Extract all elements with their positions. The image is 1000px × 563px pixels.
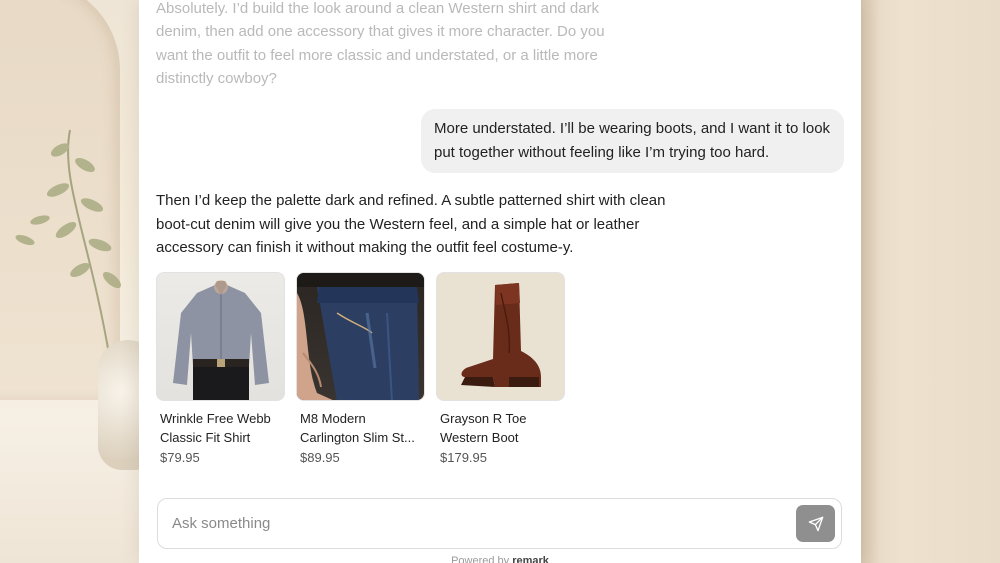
brand-name: remark xyxy=(512,555,549,563)
message-composer xyxy=(157,498,842,549)
product-title-line: Western Boot xyxy=(440,430,519,445)
background-shadow xyxy=(861,0,881,563)
product-card[interactable]: Wrinkle Free Webb Classic Fit Shirt $79.… xyxy=(156,272,285,465)
product-title-line: Carlington Slim St... xyxy=(300,430,415,445)
chat-panel: Absolutely. I’d build the look around a … xyxy=(139,0,861,563)
product-title[interactable]: M8 Modern Carlington Slim St... xyxy=(296,409,425,447)
boot-photo[interactable] xyxy=(436,272,565,401)
message-input[interactable] xyxy=(172,499,772,548)
product-price: $179.95 xyxy=(440,450,487,465)
background-left xyxy=(0,0,140,563)
shirt-photo[interactable] xyxy=(156,272,285,401)
product-title-line: Classic Fit Shirt xyxy=(160,430,251,445)
product-price: $89.95 xyxy=(300,450,340,465)
send-button[interactable] xyxy=(796,505,835,542)
powered-by-label: Powered by xyxy=(451,555,510,563)
product-title-line: M8 Modern xyxy=(300,411,366,426)
jeans-photo[interactable] xyxy=(296,272,425,401)
user-message-bubble: More understated. I’ll be wearing boots,… xyxy=(421,109,844,173)
shirt-illustration xyxy=(173,280,269,400)
boot-illustration xyxy=(461,283,541,387)
assistant-message: Then I’d keep the palette dark and refin… xyxy=(156,192,666,256)
send-icon xyxy=(808,516,823,531)
product-title-line: Wrinkle Free Webb xyxy=(160,411,271,426)
powered-by-footer: Powered by remark xyxy=(139,555,861,563)
previous-assistant-message: Absolutely. I’d build the look around a … xyxy=(156,0,605,87)
product-card[interactable]: M8 Modern Carlington Slim St... $89.95 xyxy=(296,272,425,465)
product-price: $79.95 xyxy=(160,450,200,465)
product-carousel: Wrinkle Free Webb Classic Fit Shirt $79.… xyxy=(156,272,565,465)
product-card[interactable]: Grayson R Toe Western Boot $179.95 xyxy=(436,272,565,465)
jeans-illustration xyxy=(297,273,424,400)
product-title[interactable]: Wrinkle Free Webb Classic Fit Shirt xyxy=(156,409,285,447)
background-right xyxy=(861,0,1000,563)
product-title[interactable]: Grayson R Toe Western Boot xyxy=(436,409,565,447)
vase-decoration xyxy=(98,340,140,470)
product-title-line: Grayson R Toe xyxy=(440,411,527,426)
